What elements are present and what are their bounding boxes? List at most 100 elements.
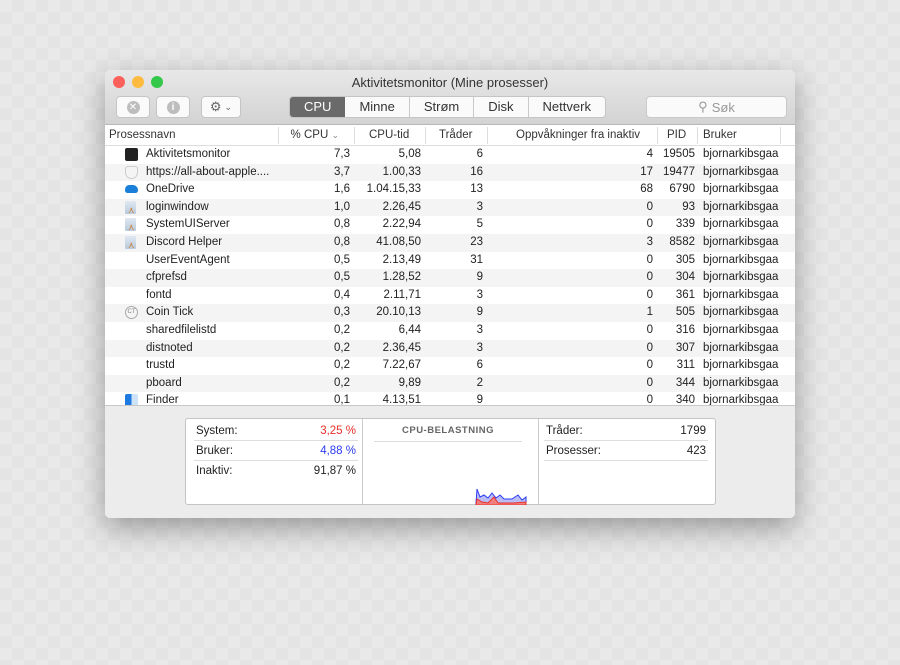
threads: 3 (476, 200, 483, 213)
col-cpu-time[interactable]: CPU-tid (369, 129, 409, 141)
app-icon: ⋏ (125, 200, 136, 215)
tab-cpu[interactable]: CPU (290, 97, 346, 117)
threads: 23 (470, 235, 483, 248)
idle-wakeups: 0 (646, 253, 653, 266)
table-row[interactable]: Aktivitetsmonitor 7,3 5,08 6 4 19505 bjornarki… (105, 146, 795, 164)
cpu-time: 1.28,52 (382, 271, 421, 284)
process-table: Prosessnavn % CPU ⌄ CPU-tid Tråder Oppvå… (105, 125, 795, 405)
user: bjornarkibsgaa (703, 288, 779, 301)
system-value: 3,25 % (320, 425, 356, 437)
table-row[interactable]: ⋏ SystemUIServer 0,8 2.22,94 5 0 339 bjornarkib… (105, 216, 795, 234)
cpu-time: 2.11,71 (383, 288, 421, 301)
search-placeholder: Søk (711, 99, 735, 115)
cpu-time: 1.04.15,33 (366, 183, 421, 196)
cpu-time: 6,44 (398, 323, 421, 336)
process-name: distnoted (146, 341, 193, 354)
x-circle-icon: ✕ (126, 100, 140, 114)
table-row[interactable]: cfprefsd 0,5 1.28,52 9 0 304 bjornarkibsgaa (105, 269, 795, 287)
idle-value: 91,87 % (313, 465, 356, 477)
pid: 8582 (669, 235, 695, 248)
pid: 311 (676, 359, 695, 372)
idle-label: Inaktiv: (196, 465, 233, 477)
cpu-time: 2.36,45 (382, 341, 421, 354)
idle-wakeups: 0 (646, 288, 653, 301)
threads-label: Tråder: (546, 425, 583, 437)
system-label: System: (196, 425, 238, 437)
table-header: Prosessnavn % CPU ⌄ CPU-tid Tråder Oppvå… (105, 125, 795, 146)
stop-process-button[interactable]: ✕ (116, 96, 150, 118)
cpu-percent: 0,2 (334, 359, 350, 372)
table-row[interactable]: ⋏ Discord Helper 0,8 41.08,50 23 3 8582 bjornar… (105, 233, 795, 252)
tab-strom[interactable]: Strøm (408, 97, 474, 117)
app-icon: ⋏ (125, 235, 136, 250)
table-row[interactable]: ⋏ loginwindow 1,0 2.26,45 3 0 93 bjornarkibsgaa (105, 198, 795, 217)
idle-wakeups: 0 (646, 376, 653, 389)
table-row[interactable]: CT Coin Tick 0,3 20.10,13 9 1 505 bjornarkibsga… (105, 304, 795, 322)
process-name: Finder (146, 394, 179, 405)
cpu-percent: 0,2 (334, 376, 350, 389)
table-row[interactable]: OneDrive 1,6 1.04.15,33 13 68 6790 bjornarkibs… (105, 181, 795, 199)
tab-disk[interactable]: Disk (473, 97, 528, 117)
search-input[interactable]: ⚲ Søk (646, 96, 787, 118)
user: bjornarkibsgaa (703, 165, 779, 178)
user: bjornarkibsgaa (703, 253, 779, 266)
finder-icon (125, 394, 138, 405)
col-threads[interactable]: Tråder (439, 129, 472, 141)
pid: 19477 (663, 165, 695, 178)
pid: 6790 (669, 183, 695, 196)
tab-nettverk[interactable]: Nettverk (527, 97, 605, 117)
threads: 9 (476, 271, 483, 284)
title-bar: Aktivitetsmonitor (Mine prosesser) ✕ i ⚙… (105, 70, 795, 125)
gear-menu-button[interactable]: ⚙ ⌄ (201, 96, 241, 118)
tab-minne[interactable]: Minne (345, 97, 409, 117)
process-name: Discord Helper (146, 235, 223, 248)
cpu-percent: 3,7 (334, 165, 350, 178)
cpu-time: 9,89 (398, 376, 421, 389)
table-row[interactable]: pboard 0,2 9,89 2 0 344 bjornarkibsgaa (105, 374, 795, 393)
cpu-percent: 0,2 (334, 341, 350, 354)
col-user[interactable]: Bruker (703, 129, 737, 141)
pid: 93 (682, 200, 695, 213)
cpu-load-graph (475, 488, 527, 505)
table-row[interactable]: sharedfilelistd 0,2 6,44 3 0 316 bjornarkibsga… (105, 322, 795, 340)
col-cpu[interactable]: % CPU ⌄ (291, 129, 339, 141)
idle-stat: Inaktiv: 91,87 % (194, 462, 358, 481)
cpu-percent: 7,3 (334, 148, 350, 160)
idle-wakeups: 17 (640, 165, 653, 178)
cpu-time: 41.08,50 (376, 235, 421, 248)
window-title: Aktivitetsmonitor (Mine prosesser) (351, 75, 549, 90)
pid: 340 (675, 394, 695, 405)
col-pid[interactable]: PID (667, 129, 686, 141)
summary-box: System: 3,25 % Bruker: 4,88 % Inaktiv: 91,8… (185, 418, 716, 505)
table-row[interactable]: fontd 0,4 2.11,71 3 0 361 bjornarkibsgaa (105, 287, 795, 305)
table-row[interactable]: https://all-about-apple.... 3,7 1.00,33 16 1… (105, 163, 795, 182)
table-row[interactable]: distnoted 0,2 2.36,45 3 0 307 bjornarkibsgaa (105, 339, 795, 358)
tab-bar: CPU Minne Strøm Disk Nettverk (289, 96, 606, 118)
threads-value: 1799 (680, 425, 706, 437)
table-row[interactable]: Finder 0,1 4.13,51 9 0 340 bjornarkibsgaa (105, 392, 795, 405)
cpu-percent: 1,6 (334, 183, 350, 196)
table-row[interactable]: UserEventAgent 0,5 2.13,49 31 0 305 bjornarkib… (105, 252, 795, 270)
threads: 16 (470, 165, 483, 178)
cpu-percent: 0,5 (334, 271, 350, 284)
summary-panel: System: 3,25 % Bruker: 4,88 % Inaktiv: 91,8… (105, 405, 795, 518)
threads: 3 (476, 341, 483, 354)
col-process-name[interactable]: Prosessnavn (109, 129, 175, 141)
col-wakeups[interactable]: Oppvåkninger fra inaktiv (516, 129, 640, 141)
table-row[interactable]: trustd 0,2 7.22,67 6 0 311 bjornarkibsgaa (105, 357, 795, 375)
cpu-time: 7.22,67 (382, 359, 421, 372)
pid: 316 (675, 323, 695, 336)
activity-monitor-window: Aktivitetsmonitor (Mine prosesser) ✕ i ⚙… (105, 70, 795, 518)
table-body: Aktivitetsmonitor 7,3 5,08 6 4 19505 bjornarki… (105, 146, 795, 405)
processes-label: Prosesser: (546, 445, 601, 457)
cpu-percent: 0,5 (334, 253, 350, 266)
processes-stat: Prosesser: 423 (544, 442, 708, 461)
threads: 31 (470, 253, 483, 266)
user-value: 4,88 % (320, 445, 356, 457)
idle-wakeups: 0 (646, 394, 653, 405)
user: bjornarkibsgaa (703, 218, 779, 231)
pid: 505 (675, 306, 695, 319)
threads: 6 (476, 148, 483, 160)
info-button[interactable]: i (156, 96, 190, 118)
idle-wakeups: 4 (646, 148, 653, 160)
